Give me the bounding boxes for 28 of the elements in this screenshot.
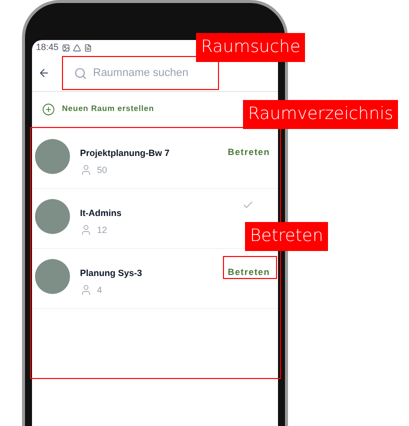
plus-circle-icon bbox=[42, 102, 55, 116]
join-button[interactable]: Betreten bbox=[224, 264, 274, 282]
callout-tooltip: Raumverzeichnis bbox=[243, 100, 398, 129]
room-name: It-Admins bbox=[80, 207, 122, 220]
image-icon bbox=[62, 44, 70, 52]
join-button[interactable]: Betreten bbox=[224, 144, 274, 162]
person-icon bbox=[80, 224, 92, 236]
avatar bbox=[35, 199, 70, 234]
member-count: 4 bbox=[97, 284, 102, 296]
callout-tooltip: Betreten bbox=[245, 222, 328, 251]
person-icon bbox=[80, 164, 92, 176]
callout-tooltip: Raumsuche bbox=[196, 33, 306, 62]
back-icon[interactable] bbox=[38, 67, 50, 79]
status-time: 18:45 bbox=[36, 40, 59, 54]
triangle-icon bbox=[72, 44, 81, 52]
document-icon bbox=[84, 44, 92, 52]
member-count: 50 bbox=[97, 164, 108, 176]
person-icon bbox=[80, 284, 92, 296]
room-row[interactable]: Planung Sys-3 4 Betreten bbox=[32, 249, 278, 309]
member-count: 12 bbox=[97, 224, 108, 236]
search-icon bbox=[74, 66, 87, 80]
room-row[interactable]: Projektplanung-Bw 7 50 Betreten bbox=[32, 129, 278, 189]
room-name: Planung Sys-3 bbox=[80, 267, 144, 280]
create-room-button[interactable]: Neuen Raum erstellen bbox=[32, 92, 164, 126]
room-name: Projektplanung-Bw 7 bbox=[80, 147, 171, 160]
avatar bbox=[35, 259, 70, 294]
avatar bbox=[35, 139, 70, 174]
check-icon bbox=[242, 199, 254, 211]
